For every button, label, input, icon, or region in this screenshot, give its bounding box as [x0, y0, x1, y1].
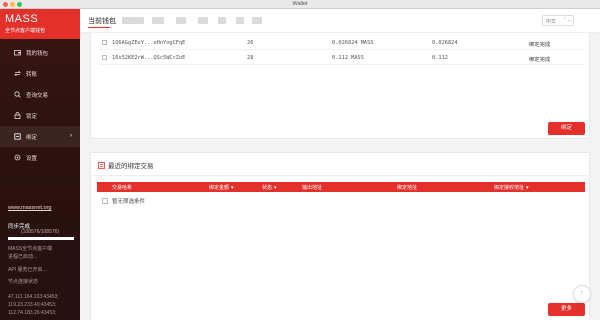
column-header-tx-hash[interactable]: 交易哈希 [112, 184, 132, 191]
status-line: MASS全节点客户端 [8, 246, 53, 252]
redacted-wallet-id [152, 17, 164, 24]
wallet-icon [14, 49, 21, 56]
column-header-bind-address[interactable]: 绑定地址 [397, 184, 417, 191]
sync-block-count: (108576/108576) [21, 229, 60, 235]
brand-title: MASS [5, 13, 39, 25]
row-status: 绑定完成 [529, 57, 551, 63]
bind-address-panel: 1Q6AGgZEeY...eHnYogCFqE 26 0.026824 MASS… [90, 33, 590, 139]
row-number: 28 [247, 55, 254, 61]
sort-caret-icon: ▼ [230, 185, 235, 190]
redacted-wallet-id [252, 17, 262, 24]
row-address: 16x52KE2rW...QSc5WCcZoE [112, 55, 186, 61]
empty-filter-row: 暂无筛选条件 [102, 197, 145, 205]
sidebar: MASS 全节点客户端钱包 我的钱包 转账 查询交易 锁定 绑定 › 设置 ww… [0, 9, 80, 320]
status-line: 节点连接状态 [8, 279, 39, 285]
peer-address: 47.111.164.103:43453; [8, 294, 59, 300]
list-icon [98, 161, 105, 169]
brand-subtitle: 全节点客户端钱包 [5, 28, 46, 34]
bind-icon [14, 133, 21, 140]
website-link[interactable]: www.massnet.org [8, 205, 51, 211]
redacted-wallet-id [176, 17, 186, 24]
sidebar-item-lock[interactable]: 锁定 [0, 105, 80, 126]
bind-button[interactable]: 绑定 [548, 122, 585, 135]
more-button[interactable]: 更多 [548, 303, 585, 316]
sidebar-item-label: 设置 [26, 155, 38, 162]
column-header-label: 绑定金额 [209, 185, 230, 191]
column-header-output-address[interactable]: 输出地址 [302, 184, 322, 191]
column-header-label: 交易哈希 [112, 185, 133, 191]
column-header-label: 状态 [262, 185, 273, 191]
window-titlebar: Wallet [0, 0, 600, 9]
row-amount-plain: 0.112 [432, 55, 448, 61]
current-wallet-underline [88, 27, 110, 28]
recent-table-header: 交易哈希 绑定金额▼ 状态▼ 输出地址 绑定地址 绑定接收地址▼ [97, 182, 585, 192]
main-content: 1Q6AGgZEeY...eHnYogCFqE 26 0.026824 MASS… [80, 33, 600, 320]
redacted-wallet-id [122, 17, 144, 24]
top-bar: 当前钱包 中文 ⌃⌄ [80, 9, 600, 33]
peer-address: 119.23.233.40:43453; [8, 302, 57, 308]
filter-checkbox[interactable] [102, 198, 108, 204]
status-line: 进程已启动... [8, 254, 38, 260]
row-amount: 0.112 MASS [332, 55, 364, 61]
scroll-to-top-button[interactable]: ↑ [573, 285, 591, 303]
column-header-label: 绑定地址 [397, 185, 418, 191]
arrow-up-icon: ↑ [580, 290, 584, 297]
row-amount-plain: 0.026824 [432, 40, 458, 46]
sidebar-item-query-transactions[interactable]: 查询交易 [0, 84, 80, 105]
redacted-wallet-id [198, 17, 208, 24]
column-header-bind-amount[interactable]: 绑定金额▼ [209, 184, 234, 191]
sidebar-item-label: 查询交易 [26, 92, 49, 99]
recent-bind-header: 最近的绑定交易 [98, 160, 154, 170]
sidebar-nav: 我的钱包 转账 查询交易 锁定 绑定 › 设置 [0, 42, 80, 168]
language-select[interactable]: 中文 ⌃⌄ [542, 15, 574, 26]
column-header-label: 绑定接收地址 [494, 185, 525, 191]
sidebar-item-settings[interactable]: 设置 [0, 147, 80, 168]
window-title: Wallet [292, 1, 308, 7]
sync-progress-fill [8, 237, 74, 240]
recent-bind-transactions-panel: 最近的绑定交易 交易哈希 绑定金额▼ 状态▼ 输出地址 绑定地址 绑定接收地址▼… [90, 152, 591, 320]
chevron-updown-icon: ⌃⌄ [562, 17, 571, 23]
transfer-icon [14, 70, 21, 77]
row-checkbox[interactable] [102, 40, 107, 45]
sidebar-item-label: 转账 [26, 71, 38, 78]
brand-block: MASS 全节点客户端钱包 [0, 9, 80, 39]
redacted-wallet-id [218, 17, 226, 24]
gear-icon [14, 154, 21, 161]
panel-divider [91, 175, 591, 176]
chevron-right-icon: › [70, 133, 72, 139]
lock-icon [14, 112, 21, 119]
row-checkbox[interactable] [102, 55, 107, 60]
row-amount: 0.026824 MASS [332, 40, 374, 46]
column-header-status[interactable]: 状态▼ [262, 184, 277, 191]
language-select-value: 中文 [546, 19, 557, 25]
sidebar-item-label: 锁定 [26, 113, 38, 120]
current-wallet-label[interactable]: 当前钱包 [88, 16, 116, 26]
column-header-bind-receive-address[interactable]: 绑定接收地址▼ [494, 184, 529, 191]
table-row[interactable]: 1Q6AGgZEeY...eHnYogCFqE 26 0.026824 MASS… [99, 36, 584, 50]
search-icon [14, 91, 21, 98]
empty-filter-text: 暂无筛选条件 [112, 199, 146, 205]
recent-bind-title: 最近的绑定交易 [108, 163, 154, 170]
row-status: 绑定完成 [529, 42, 551, 48]
row-number: 26 [247, 40, 254, 46]
sidebar-item-label: 绑定 [26, 134, 38, 141]
column-header-label: 输出地址 [302, 185, 323, 191]
sidebar-item-transfer[interactable]: 转账 [0, 63, 80, 84]
sidebar-item-my-wallet[interactable]: 我的钱包 [0, 42, 80, 63]
sidebar-item-label: 我的钱包 [26, 50, 49, 57]
sort-caret-icon: ▼ [273, 185, 278, 190]
peer-address: 112.74.183.26:43453; [8, 310, 57, 316]
status-line: API 服务已开启... [8, 267, 47, 273]
table-row[interactable]: 16x52KE2rW...QSc5WCcZoE 28 0.112 MASS 0.… [99, 51, 584, 65]
sidebar-item-bind[interactable]: 绑定 › [0, 126, 80, 147]
sort-caret-icon: ▼ [525, 185, 530, 190]
sync-progress-bar [8, 237, 74, 240]
row-address: 1Q6AGgZEeY...eHnYogCFqE [112, 40, 186, 46]
redacted-wallet-id [236, 17, 244, 24]
